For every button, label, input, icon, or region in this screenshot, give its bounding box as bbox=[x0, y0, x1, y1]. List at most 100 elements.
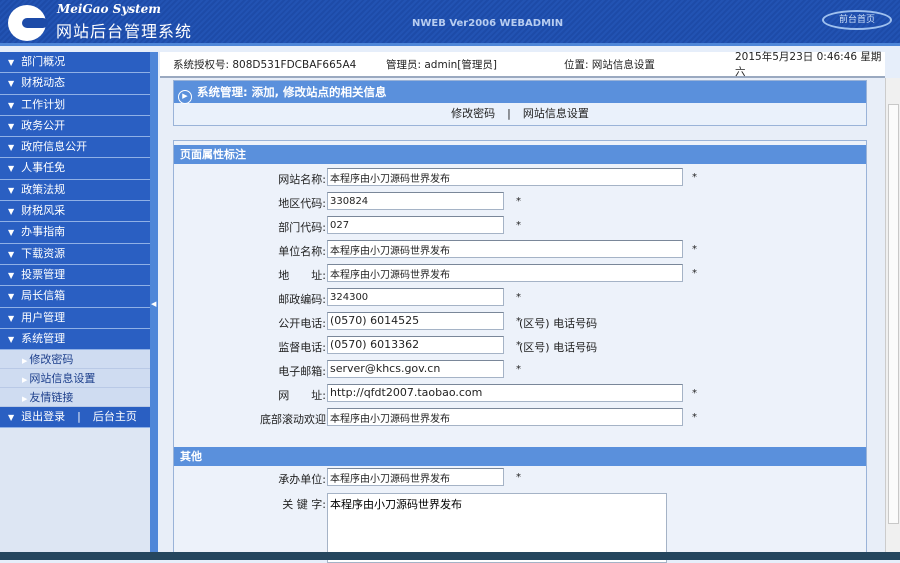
sidebar-item-label: 办事指南 bbox=[21, 225, 66, 239]
sidebar-item[interactable]: ▼ 下载资源 bbox=[0, 243, 150, 265]
field-input[interactable]: (0570) 6013362 bbox=[327, 336, 504, 354]
location: 位置: 网站信息设置 bbox=[564, 58, 655, 71]
triangle-down-icon: ▼ bbox=[8, 413, 15, 423]
sidebar-item-label: 政务公开 bbox=[21, 118, 66, 132]
sidebar-item-label: 政府信息公开 bbox=[21, 140, 88, 154]
triangle-down-icon: ▼ bbox=[8, 228, 15, 238]
form-row-undertaker: 承办单位: * bbox=[174, 468, 868, 488]
vertical-scrollbar[interactable] bbox=[885, 78, 900, 552]
sidebar-item[interactable]: ▼ 财税风采 bbox=[0, 201, 150, 223]
field-label: 单位名称: bbox=[278, 245, 326, 258]
triangle-down-icon: ▼ bbox=[8, 334, 15, 344]
info-bar: 系统授权号: 808D531FDCBAF665A4 管理员: admin[管理员… bbox=[160, 51, 885, 78]
front-home-link[interactable]: 前台首页 bbox=[822, 10, 892, 30]
sidebar-item[interactable]: ▼ 财税动态 bbox=[0, 73, 150, 95]
required-mark: * bbox=[692, 412, 697, 423]
arrow-left-icon: ◀ bbox=[151, 300, 157, 308]
sidebar-item[interactable]: ▼ 政府信息公开 bbox=[0, 137, 150, 159]
panel-title: 系统管理: 添加, 修改站点的相关信息 bbox=[197, 85, 387, 99]
required-mark: * bbox=[692, 172, 697, 183]
triangle-down-icon: ▼ bbox=[8, 185, 15, 195]
field-input[interactable]: server@khcs.gov.cn bbox=[327, 360, 504, 378]
sidebar-item[interactable]: ▼ 人事任免 bbox=[0, 158, 150, 180]
required-mark: * bbox=[692, 244, 697, 255]
field-label: 监督电话: bbox=[278, 341, 326, 354]
sidebar-item[interactable]: ▼ 政策法规 bbox=[0, 179, 150, 202]
form-row: 公开电话: (0570) 6014525 * (区号) 电话号码 bbox=[174, 312, 868, 332]
sidebar-item-label: 系统管理 bbox=[21, 331, 66, 345]
brand-title: 网站后台管理系统 bbox=[56, 22, 193, 41]
form-row: 邮政编码: * bbox=[174, 288, 868, 308]
section-header-page-attributes: 页面属性标注 bbox=[174, 145, 866, 164]
field-label: 邮政编码: bbox=[278, 293, 326, 306]
triangle-right-icon: ▶ bbox=[22, 357, 28, 366]
play-circle-icon: ▶ bbox=[178, 90, 192, 104]
field-input[interactable] bbox=[327, 168, 683, 186]
sidebar-item[interactable]: ▼ 系统管理 bbox=[0, 328, 150, 351]
sidebar-item[interactable]: ▼ 局长信箱 bbox=[0, 286, 150, 308]
required-mark: * bbox=[516, 472, 521, 483]
triangle-down-icon: ▼ bbox=[8, 121, 15, 131]
sidebar-item-label: 财税风采 bbox=[21, 204, 66, 218]
field-input[interactable] bbox=[327, 240, 683, 258]
separator: | bbox=[507, 107, 511, 120]
section-header-other: 其他 bbox=[174, 447, 866, 466]
scrollbar-thumb[interactable] bbox=[888, 104, 899, 524]
header: MeiGao System 网站后台管理系统 NWEB Ver2006 WEBA… bbox=[0, 0, 900, 46]
sidebar-item-label: 政策法规 bbox=[21, 182, 66, 196]
sidebar-item[interactable]: ▼ 工作计划 bbox=[0, 94, 150, 116]
sidebar-item[interactable]: ▼ 用户管理 bbox=[0, 307, 150, 329]
sidebar-item[interactable]: ▼ 部门概况 bbox=[0, 52, 150, 74]
sidebar: ▼ 部门概况 ▼ 财税动态 ▼ 工作计划 ▼ 政务公开 ▼ 政府信息公开 ▼ 人事任免 ▼ 政策法规 ▼ 财税… bbox=[0, 52, 150, 560]
change-password-link[interactable]: 修改密码 bbox=[451, 107, 495, 120]
form-row: 地 址: * bbox=[174, 264, 868, 284]
undertaker-input[interactable] bbox=[327, 468, 504, 486]
form-row: 地区代码: * bbox=[174, 192, 868, 212]
field-label: 地区代码: bbox=[278, 197, 326, 210]
form-row: 监督电话: (0570) 6013362 * (区号) 电话号码 bbox=[174, 336, 868, 356]
field-label: 网站名称: bbox=[278, 173, 326, 186]
sidebar-item-label: 财税动态 bbox=[21, 76, 66, 90]
datetime: 2015年5月23日 0:46:46 星期六 bbox=[735, 51, 882, 78]
sidebar-subitem[interactable]: ▶ 友情链接 bbox=[0, 388, 150, 408]
sidebar-item[interactable]: ▼ 投票管理 bbox=[0, 264, 150, 287]
logout-link[interactable]: 退出登录 bbox=[21, 410, 65, 423]
sidebar-subitem[interactable]: ▶ 修改密码 bbox=[0, 350, 150, 370]
sidebar-item-label: 投票管理 bbox=[21, 267, 66, 281]
field-input[interactable]: http://qfdt2007.taobao.com bbox=[327, 384, 683, 402]
sidebar-item-label: 部门概况 bbox=[21, 55, 66, 68]
field-input[interactable] bbox=[327, 192, 504, 210]
sidebar-collapse-handle[interactable]: ◀ bbox=[150, 52, 158, 560]
sidebar-item-label: 用户管理 bbox=[21, 310, 66, 324]
field-input[interactable] bbox=[327, 408, 683, 426]
field-label: 地 址: bbox=[278, 269, 326, 282]
triangle-down-icon: ▼ bbox=[8, 313, 15, 323]
site-settings-link[interactable]: 网站信息设置 bbox=[523, 107, 589, 120]
field-input[interactable] bbox=[327, 288, 504, 306]
triangle-down-icon: ▼ bbox=[8, 270, 15, 280]
sidebar-subitem-label: 修改密码 bbox=[29, 353, 74, 367]
field-label: 部门代码: bbox=[278, 221, 326, 234]
required-mark: * bbox=[516, 364, 521, 375]
field-label: 电子邮箱: bbox=[278, 365, 326, 378]
form-row: 网 址: http://qfdt2007.taobao.com * bbox=[174, 384, 868, 404]
sidebar-subitem[interactable]: ▶ 网站信息设置 bbox=[0, 369, 150, 389]
form-row: 单位名称: * bbox=[174, 240, 868, 260]
field-input[interactable] bbox=[327, 264, 683, 282]
field-input[interactable] bbox=[327, 216, 504, 234]
admin-home-link[interactable]: 后台主页 bbox=[93, 410, 137, 423]
field-input[interactable]: (0570) 6014525 bbox=[327, 312, 504, 330]
logo-icon bbox=[8, 5, 48, 41]
sidebar-item-label: 人事任免 bbox=[21, 161, 66, 175]
triangle-down-icon: ▼ bbox=[8, 58, 15, 67]
sidebar-item[interactable]: ▼ 办事指南 bbox=[0, 222, 150, 244]
triangle-down-icon: ▼ bbox=[8, 100, 15, 110]
triangle-right-icon: ▶ bbox=[22, 376, 28, 385]
field-label: 关 键 字: bbox=[282, 498, 326, 511]
sidebar-logout-row: ▼ 退出登录 | 后台主页 bbox=[0, 407, 150, 429]
settings-form: 页面属性标注 网站名称:*地区代码:*部门代码:*单位名称:*地 址:*邮政编码… bbox=[173, 140, 868, 563]
sidebar-item-label: 局长信箱 bbox=[21, 289, 66, 303]
triangle-right-icon: ▶ bbox=[22, 395, 28, 404]
triangle-down-icon: ▼ bbox=[8, 79, 15, 89]
sidebar-item[interactable]: ▼ 政务公开 bbox=[0, 115, 150, 138]
